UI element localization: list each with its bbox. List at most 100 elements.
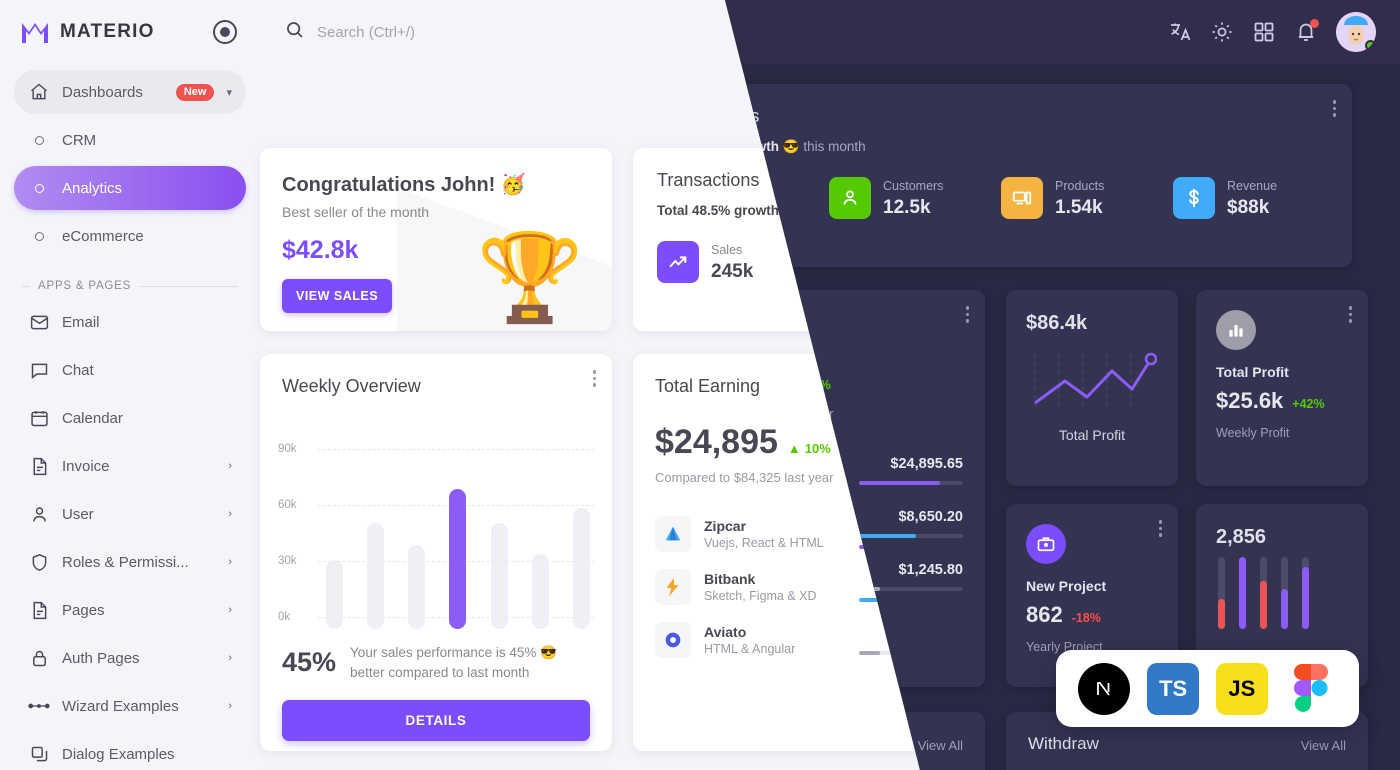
sidebar-item-label: Invoice	[62, 457, 110, 475]
chart-bar	[490, 522, 508, 629]
sidebar-item-dialog-examples[interactable]: Dialog Examples	[14, 732, 246, 770]
sidebar: MATERIO Dashboards New ▾ CRM Analytics e…	[0, 0, 260, 770]
sidebar-item-chat[interactable]: Chat	[14, 348, 246, 392]
chart-bar-fill	[1260, 581, 1267, 629]
y-tick-60k: 60k	[278, 499, 297, 511]
circle-outline-icon	[28, 129, 50, 151]
user-icon	[28, 503, 50, 525]
sidebar-item-invoice[interactable]: Invoice ›	[14, 444, 246, 488]
sidebar-item-roles-permissions[interactable]: Roles & Permissi... ›	[14, 540, 246, 584]
briefcase-icon	[1026, 524, 1066, 564]
sidebar-item-label: eCommerce	[62, 227, 144, 245]
zipcar-logo	[655, 516, 691, 552]
copy-icon	[28, 743, 50, 765]
view-sales-button[interactable]: VIEW SALES	[282, 279, 393, 313]
calendar-icon	[28, 407, 50, 429]
item-progress	[859, 586, 963, 591]
weekly-profit-note: Weekly Profit	[1216, 426, 1290, 440]
chevron-right-icon[interactable]: ›	[228, 604, 232, 616]
chart-bar	[367, 522, 385, 629]
sidebar-item-ecommerce[interactable]: eCommerce	[14, 214, 246, 258]
tech-logos-pill: TS JS	[1056, 650, 1359, 727]
earning-growth: ▲ 10%	[787, 441, 831, 456]
figma-logo[interactable]	[1285, 663, 1337, 715]
sidebar-item-label: Dialog Examples	[62, 745, 175, 763]
weekly-menu-icon[interactable]	[592, 370, 596, 390]
item-progress	[859, 480, 963, 485]
chevron-right-icon[interactable]: ›	[228, 700, 232, 712]
item-name: Bitbank	[704, 571, 756, 587]
weekly-footer: 45% Your sales performance is 45% 😎 bett…	[260, 629, 612, 682]
javascript-logo[interactable]: JS	[1215, 662, 1268, 715]
sidebar-item-dashboards[interactable]: Dashboards New ▾	[14, 70, 246, 114]
typescript-logo[interactable]: TS	[1147, 662, 1200, 715]
new-project-label: New Project	[1026, 578, 1107, 594]
chevron-right-icon[interactable]: ›	[228, 508, 232, 520]
earning-menu-icon[interactable]	[965, 306, 969, 326]
y-tick-0k: 0k	[278, 611, 291, 623]
sidebar-item-label: Wizard Examples	[62, 697, 179, 715]
weekly-profit-delta: +42%	[1292, 397, 1325, 411]
pin-sidebar-icon[interactable]	[213, 20, 237, 44]
sidebar-item-analytics[interactable]: Analytics	[14, 166, 246, 210]
sidebar-item-auth-pages[interactable]: Auth Pages ›	[14, 636, 246, 680]
aviato-logo	[655, 622, 691, 658]
brand-name: MATERIO	[60, 21, 155, 42]
stat-label: Customers	[883, 179, 944, 193]
item-progress	[859, 533, 963, 538]
congratulations-card: Congratulations John! 🥳 Best seller of t…	[260, 148, 612, 331]
stat-customers: Customers 12.5k	[829, 177, 1001, 219]
new-project-row: 862 -18%	[1006, 594, 1178, 628]
sidebar-item-user[interactable]: User ›	[14, 492, 246, 536]
sidebar-item-email[interactable]: Email	[14, 300, 246, 344]
weekly-profit-label: Total Profit	[1216, 364, 1289, 380]
item-value: $1,245.80	[898, 561, 963, 578]
sidebar-item-label: Auth Pages	[62, 649, 140, 667]
chart-bar-track	[1302, 557, 1309, 629]
chevron-down-icon[interactable]: ▾	[226, 86, 232, 99]
new-project-menu-icon[interactable]	[1158, 520, 1162, 540]
withdraw-view-all-link[interactable]: View All	[1301, 738, 1346, 753]
chart-bar-fill	[1281, 589, 1288, 629]
chart-bar-fill	[1218, 599, 1225, 629]
sidebar-item-label: Email	[62, 313, 100, 331]
chevron-right-icon[interactable]: ›	[228, 652, 232, 664]
sidebar-item-label: Dashboards	[62, 83, 143, 101]
stat-value: 1.54k	[1055, 197, 1103, 218]
weekly-profit-menu-icon[interactable]	[1348, 306, 1352, 326]
chevron-right-icon[interactable]: ›	[228, 556, 232, 568]
search-input[interactable]: Search (Ctrl+/)	[317, 24, 415, 41]
item-desc: Vuejs, React & HTML	[704, 536, 824, 550]
transactions-menu-icon[interactable]	[1332, 100, 1336, 120]
sidebar-item-label: Pages	[62, 601, 105, 619]
sidebar-item-calendar[interactable]: Calendar	[14, 396, 246, 440]
trending-up-icon	[657, 241, 699, 283]
deposit-view-all-link[interactable]: View All	[918, 738, 963, 753]
sidebar-nav: Dashboards New ▾ CRM Analytics eCommerce	[0, 64, 260, 258]
stat-label: Products	[1055, 179, 1105, 193]
item-name: Aviato	[704, 624, 747, 640]
nextjs-logo[interactable]	[1078, 662, 1131, 715]
stat-label: Revenue	[1227, 179, 1278, 193]
sidebar-item-pages[interactable]: Pages ›	[14, 588, 246, 632]
sidebar-item-label: Chat	[62, 361, 94, 379]
chart-bars	[326, 451, 590, 629]
details-button[interactable]: DETAILS	[282, 700, 590, 742]
stat-value: $88k	[1227, 197, 1270, 218]
chevron-right-icon[interactable]: ›	[228, 460, 232, 472]
chart-bar	[572, 507, 590, 629]
new-project-value: 862	[1026, 602, 1063, 627]
item-desc: Sketch, Figma & XD	[704, 589, 817, 603]
weekly-note: Your sales performance is 45% 😎 better c…	[350, 645, 557, 680]
sidebar-item-wizard-examples[interactable]: Wizard Examples ›	[14, 684, 246, 728]
stat-revenue: Revenue $88k	[1173, 177, 1345, 219]
total-profit-caption: Total Profit	[1058, 427, 1126, 443]
sidebar-item-crm[interactable]: CRM	[14, 118, 246, 162]
item-value: $24,895.65	[890, 455, 963, 472]
sidebar-item-label: Calendar	[62, 409, 123, 427]
sidebar-apps-nav: Email Chat Calendar Invoice › User › Rol…	[0, 300, 260, 770]
stat-value: 12.5k	[883, 197, 931, 218]
stat-label: Sales	[711, 243, 743, 257]
sidebar-item-label: Roles & Permissi...	[62, 553, 189, 571]
circle-outline-icon	[28, 225, 50, 247]
